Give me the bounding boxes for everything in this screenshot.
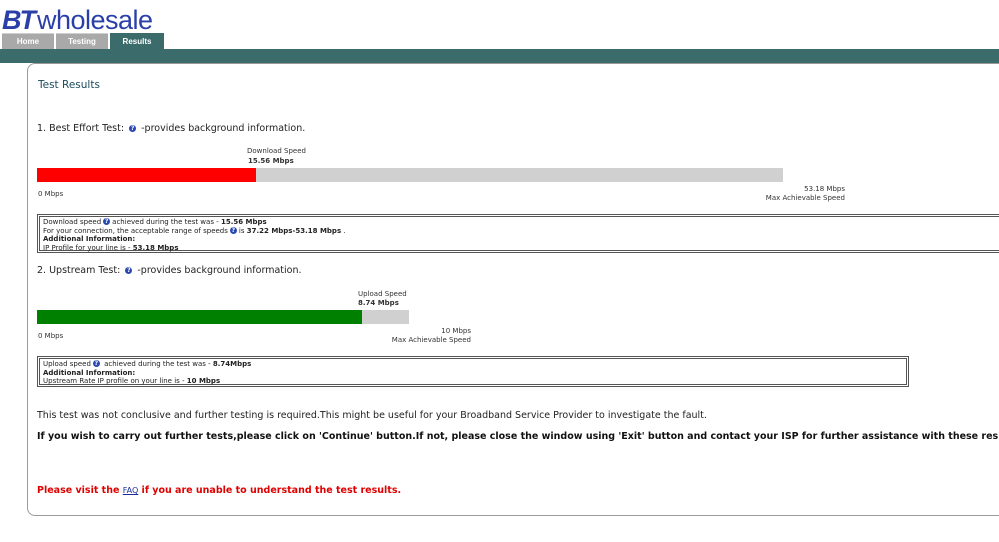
- upload-achieved-value: 8.74Mbps: [212, 360, 252, 368]
- download-info-box: Download speed? achieved during the test …: [37, 214, 999, 253]
- download-info-line-3: Additional Information:: [43, 235, 996, 244]
- download-speed-bar: [37, 168, 783, 182]
- nav-tabs: Home Testing Results: [0, 33, 166, 50]
- tab-home[interactable]: Home: [2, 33, 54, 49]
- upload-ip-profile-value: 10 Mbps: [186, 377, 221, 385]
- upload-max-value: 10 Mbps: [441, 327, 471, 335]
- inconclusive-note: This test was not conclusive and further…: [37, 410, 707, 421]
- upload-min-label: 0 Mbps: [38, 332, 64, 340]
- upload-additional-info: Additional Information:: [43, 368, 136, 377]
- upload-info-line-2: Additional Information:: [43, 369, 903, 378]
- page-title: Test Results: [38, 79, 100, 91]
- help-icon[interactable]: ?: [129, 125, 137, 132]
- faq-link[interactable]: FAQ: [123, 486, 139, 495]
- download-range-is: is: [238, 226, 247, 235]
- download-speed-fill: [37, 168, 256, 182]
- faq-notice: Please visit the FAQ if you are unable t…: [37, 485, 401, 496]
- upload-speed-label: Upload Speed: [358, 290, 407, 298]
- header-bar: [0, 49, 999, 63]
- upload-heading-suffix: -provides background information.: [137, 265, 302, 276]
- help-icon[interactable]: ?: [125, 267, 133, 274]
- download-ip-profile-value: 53.18 Mbps: [132, 243, 179, 252]
- download-speed-text: Download speed: [43, 218, 102, 226]
- download-range-text: For your connection, the acceptable rang…: [43, 226, 228, 235]
- download-additional-info: Additional Information:: [43, 235, 136, 243]
- bt-wholesale-logo: BT wholesale: [2, 6, 153, 34]
- upload-info-box: Upload speed? achieved during the test w…: [37, 356, 909, 387]
- download-speed-value: 15.56 Mbps: [248, 157, 294, 165]
- tab-results[interactable]: Results: [110, 33, 164, 50]
- upload-speed-fill: [37, 310, 363, 324]
- download-speed-label: Download Speed: [247, 147, 306, 155]
- faq-suffix: if you are unable to understand the test…: [138, 485, 402, 496]
- logo-bt: BT: [2, 5, 36, 35]
- download-max-label: Max Achievable Speed: [765, 194, 845, 202]
- upload-speed-text: Upload speed: [43, 360, 91, 368]
- upload-ip-profile-text: Upstream Rate IP profile on your line is…: [43, 377, 187, 385]
- download-achieved-text: achieved during the test was -: [112, 218, 221, 226]
- download-section-heading: 1. Best Effort Test: ? -provides backgro…: [37, 123, 305, 134]
- help-icon[interactable]: ?: [229, 226, 237, 234]
- download-max-value: 53.18 Mbps: [804, 185, 845, 193]
- upload-max-label: Max Achievable Speed: [391, 336, 471, 344]
- tab-testing[interactable]: Testing: [56, 33, 108, 49]
- faq-prefix: Please visit the: [37, 485, 123, 496]
- download-info-line-1: Download speed? achieved during the test …: [43, 218, 996, 227]
- upload-heading-text: 2. Upstream Test:: [37, 265, 121, 276]
- download-range-end: .: [341, 226, 346, 235]
- download-range-value: 37.22 Mbps-53.18 Mbps: [246, 226, 342, 235]
- upload-speed-bar: [37, 310, 409, 324]
- upload-speed-value: 8.74 Mbps: [358, 299, 399, 307]
- help-icon[interactable]: ?: [92, 360, 100, 367]
- download-heading-text: 1. Best Effort Test:: [37, 123, 125, 134]
- logo-wordmark: wholesale: [37, 5, 153, 35]
- download-min-label: 0 Mbps: [38, 190, 64, 198]
- further-tests-instruction: If you wish to carry out further tests,p…: [37, 431, 999, 442]
- download-ip-profile-text: IP Profile for your line is -: [43, 243, 133, 252]
- upload-info-line-3: Upstream Rate IP profile on your line is…: [43, 377, 903, 386]
- upload-achieved-text: achieved during the test was -: [101, 360, 213, 368]
- upload-info-line-1: Upload speed? achieved during the test w…: [43, 360, 903, 369]
- download-heading-suffix: -provides background information.: [141, 123, 306, 134]
- download-info-line-2: For your connection, the acceptable rang…: [43, 226, 996, 236]
- download-achieved-value: 15.56 Mbps: [220, 218, 267, 226]
- help-icon[interactable]: ?: [103, 218, 111, 225]
- download-info-line-4: IP Profile for your line is - 53.18 Mbps: [43, 244, 996, 253]
- upload-section-heading: 2. Upstream Test: ? -provides background…: [37, 265, 302, 276]
